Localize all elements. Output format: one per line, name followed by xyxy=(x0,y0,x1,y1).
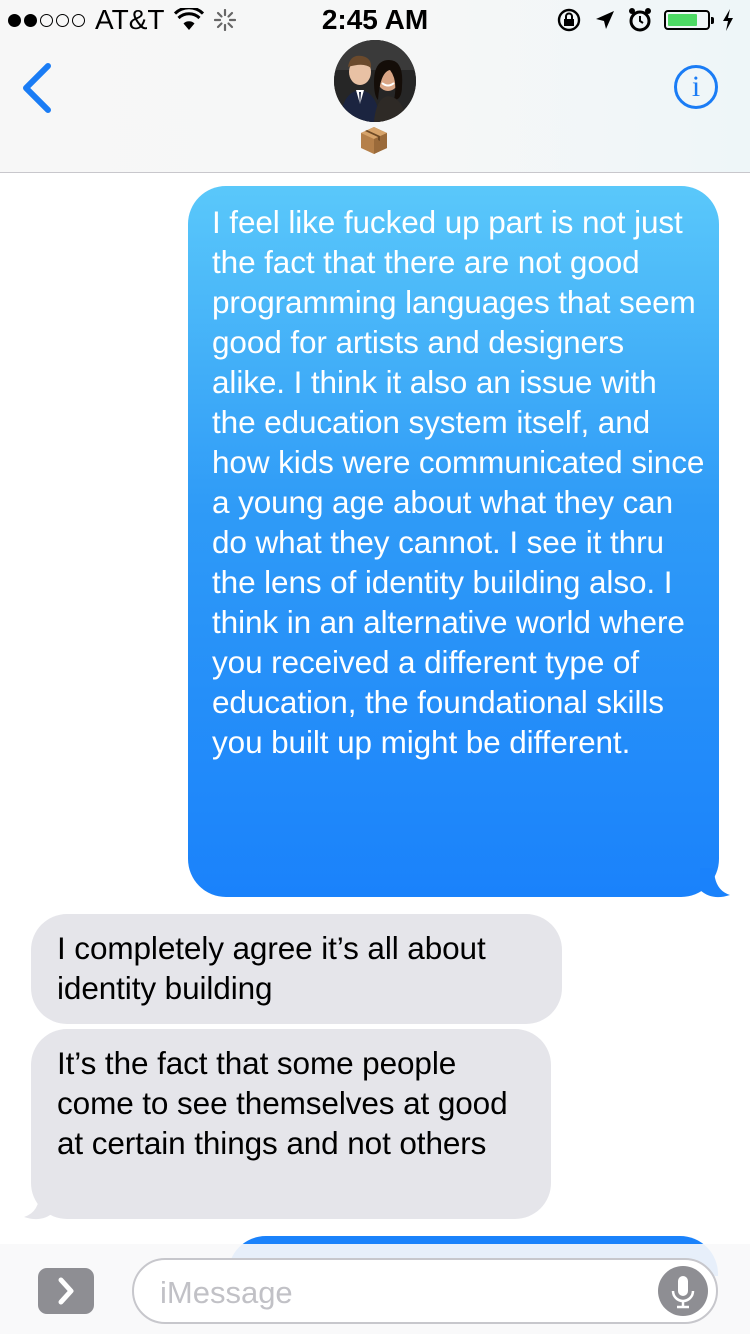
chevron-right-icon xyxy=(58,1277,74,1305)
orientation-lock-icon xyxy=(557,8,581,32)
contact-avatar[interactable] xyxy=(334,40,416,122)
app-drawer-button[interactable] xyxy=(38,1268,94,1314)
chevron-left-icon xyxy=(23,63,51,113)
status-bar: AT&T 2:45 AM xyxy=(0,0,750,40)
message-input-container xyxy=(132,1258,718,1324)
dictation-button[interactable] xyxy=(658,1266,708,1316)
compose-bar xyxy=(0,1244,750,1334)
contact-photo xyxy=(334,40,416,122)
message-input[interactable] xyxy=(158,1268,632,1318)
outgoing-message-bubble[interactable]: I feel like fucked up part is not just t… xyxy=(188,186,719,897)
incoming-bubble-tail xyxy=(24,1190,54,1220)
incoming-message-bubble[interactable]: It’s the fact that some people come to s… xyxy=(31,1029,551,1219)
outgoing-bubble-tail xyxy=(700,868,730,898)
charging-bolt-icon xyxy=(723,9,733,31)
info-button[interactable]: i xyxy=(674,65,718,109)
microphone-icon xyxy=(671,1276,695,1309)
alarm-icon xyxy=(629,8,651,32)
battery-icon xyxy=(664,10,714,30)
package-icon xyxy=(358,124,390,156)
location-arrow-icon xyxy=(596,11,614,29)
back-button[interactable] xyxy=(14,60,64,116)
incoming-message-bubble[interactable]: I completely agree it’s all about identi… xyxy=(31,914,562,1024)
